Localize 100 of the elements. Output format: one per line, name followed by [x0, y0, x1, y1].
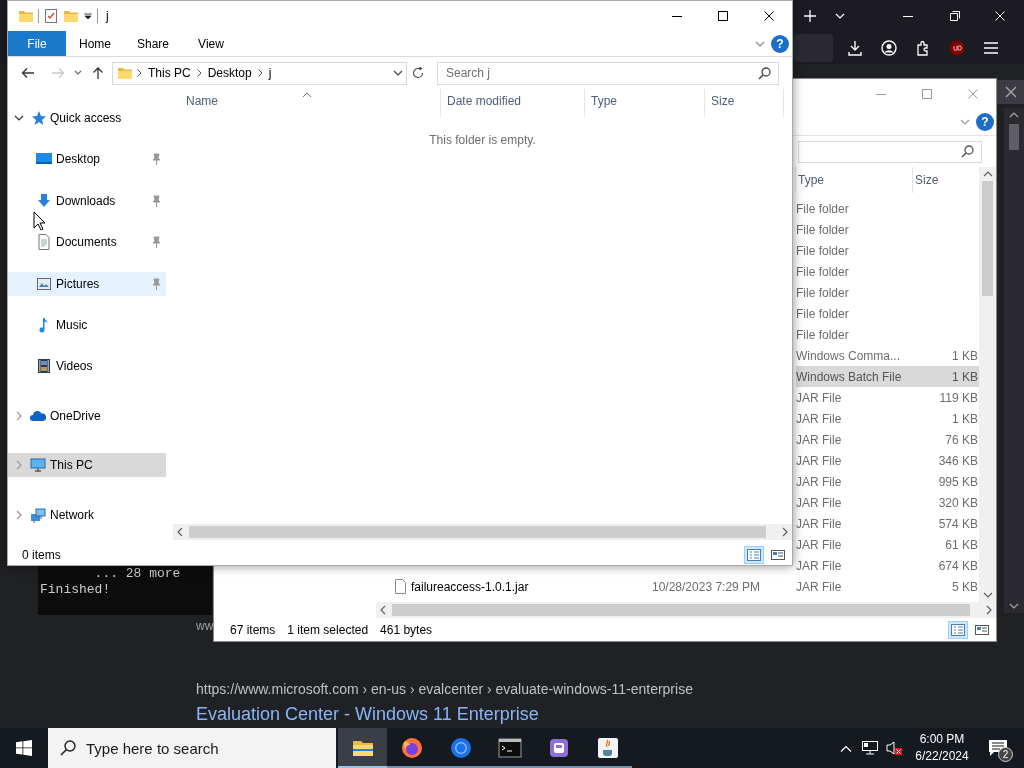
result-title-link[interactable]: Evaluation Center - Windows 11 Enterprise	[196, 704, 539, 725]
pin-icon[interactable]	[151, 153, 161, 166]
scrollbar[interactable]	[979, 167, 996, 602]
dropdown-icon[interactable]	[393, 70, 403, 76]
puzzle-icon[interactable]	[915, 40, 931, 56]
breadcrumb-link[interactable]: j	[266, 64, 274, 82]
column-header[interactable]: Type	[798, 171, 824, 189]
size-text: 320 KB	[938, 495, 978, 510]
file-row[interactable]: JAR File 1 KB	[796, 408, 979, 429]
link-text[interactable]: ww	[196, 617, 214, 635]
file-row[interactable]: JAR File 76 KB	[796, 429, 979, 450]
expand-icon[interactable]	[16, 509, 22, 520]
scroll-thumb[interactable]	[189, 526, 766, 538]
file-row[interactable]: File folder	[796, 303, 979, 324]
details-icon	[951, 623, 965, 636]
type-text: JAR File	[796, 390, 842, 405]
file-row[interactable]: JAR File 61 KB	[796, 534, 979, 555]
search-icon	[961, 144, 975, 159]
type-text: Windows Comma...	[796, 348, 901, 363]
details-view-button[interactable]	[948, 620, 968, 639]
file-row[interactable]: File folder	[796, 240, 979, 261]
scrollbar[interactable]	[376, 602, 996, 618]
pin-icon[interactable]	[151, 194, 161, 207]
file-row[interactable]: JAR File 674 KB	[796, 555, 979, 576]
breadcrumb-link[interactable]: Desktop	[205, 64, 254, 82]
scrollbar[interactable]	[1004, 108, 1024, 613]
column-header[interactable]: Size	[915, 171, 939, 189]
sidebar-item[interactable]: Quick access	[8, 106, 166, 130]
ribbon-tab[interactable]: View	[182, 31, 240, 56]
type-text: JAR File	[796, 516, 842, 531]
taskbar-button[interactable]	[338, 728, 387, 768]
file-row[interactable]: File folder	[796, 324, 979, 345]
sidebar-item[interactable]: This PC	[8, 453, 166, 478]
file-row[interactable]: JAR File 119 KB	[796, 387, 979, 408]
type-text: JAR File	[796, 453, 842, 468]
dropdown-icon[interactable]	[83, 11, 93, 21]
file-row[interactable]: Windows Batch File 1 KB	[796, 366, 979, 387]
count-badge: 2	[998, 747, 1013, 762]
sidebar-item[interactable]: Downloads	[8, 188, 166, 213]
sidebar-item[interactable]: Videos	[8, 354, 166, 379]
ribbon-tab[interactable]: Home	[66, 31, 124, 56]
notifications-button[interactable]: 2	[978, 728, 1018, 768]
sidebar-item[interactable]: Pictures	[8, 271, 166, 296]
menu-icon[interactable]	[983, 40, 999, 56]
column-header[interactable]: Size	[711, 92, 735, 110]
size-text: 76 KB	[945, 432, 978, 447]
file-row[interactable]: JAR File 5 KB	[796, 576, 979, 597]
file-row[interactable]: JAR File 995 KB	[796, 471, 979, 492]
breadcrumb-link[interactable]: This PC	[146, 64, 193, 82]
scroll-up-icon	[982, 171, 993, 177]
column-header[interactable]: Name	[186, 92, 218, 110]
pin-icon[interactable]	[151, 277, 161, 290]
scroll-thumb[interactable]	[392, 604, 970, 616]
expand-ribbon-icon[interactable]	[960, 119, 970, 125]
file-row[interactable]: File folder	[796, 261, 979, 282]
download-icon	[36, 192, 52, 209]
tiles-icon	[771, 548, 785, 561]
type-text: File folder	[796, 327, 849, 342]
account-icon[interactable]	[881, 40, 897, 56]
column-header[interactable]: Date modified	[447, 92, 522, 110]
search-field[interactable]: Search j	[437, 61, 779, 85]
column-header[interactable]: Type	[591, 92, 617, 110]
expand-ribbon-icon[interactable]	[755, 40, 765, 47]
file-menu-button[interactable]: File	[8, 31, 66, 56]
search-field[interactable]: Type here to search	[48, 728, 336, 768]
checklist-icon[interactable]	[43, 8, 59, 24]
chevron-up-icon	[840, 744, 852, 752]
help-button[interactable]: ?	[976, 113, 994, 131]
close-icon	[764, 11, 774, 21]
file-row[interactable]: JAR File 320 KB	[796, 492, 979, 513]
close-icon	[968, 89, 978, 99]
file-row[interactable]: File folder	[796, 219, 979, 240]
file-row[interactable]: JAR File 574 KB	[796, 513, 979, 534]
sidebar-item[interactable]: Documents	[8, 230, 166, 255]
type-text: File folder	[796, 222, 849, 237]
clock-button[interactable]: 6:00 PM 6/22/2024	[906, 731, 978, 765]
refresh-icon	[412, 67, 424, 79]
collapse-icon[interactable]	[14, 115, 24, 121]
download-icon[interactable]	[847, 40, 863, 56]
file-row[interactable]: JAR File 346 KB	[796, 450, 979, 471]
file-row[interactable]: Windows Comma... 1 KB	[796, 345, 979, 366]
sidebar-item[interactable]: Music	[8, 312, 166, 337]
pin-icon[interactable]	[151, 236, 161, 249]
details-view-button[interactable]	[744, 545, 764, 564]
sidebar-item[interactable]: Network	[8, 502, 166, 527]
close-icon[interactable]	[1004, 86, 1017, 98]
scroll-thumb[interactable]	[982, 181, 993, 296]
expand-icon[interactable]	[16, 410, 22, 421]
address-bar[interactable]: This PC Desktop j	[112, 61, 407, 85]
search-field[interactable]	[798, 140, 982, 163]
scrollbar[interactable]	[173, 524, 792, 540]
file-name[interactable]: failureaccess-1.0.1.jar	[411, 577, 529, 596]
scroll-thumb[interactable]	[1009, 124, 1019, 150]
sidebar-item[interactable]: Desktop	[8, 147, 166, 172]
file-row[interactable]: File folder	[796, 198, 979, 219]
ribbon-tab[interactable]: Share	[124, 31, 182, 56]
file-row[interactable]: File folder	[796, 282, 979, 303]
help-button[interactable]: ?	[771, 34, 789, 53]
sidebar-item[interactable]: OneDrive	[8, 403, 166, 428]
type-text: JAR File	[796, 579, 842, 594]
